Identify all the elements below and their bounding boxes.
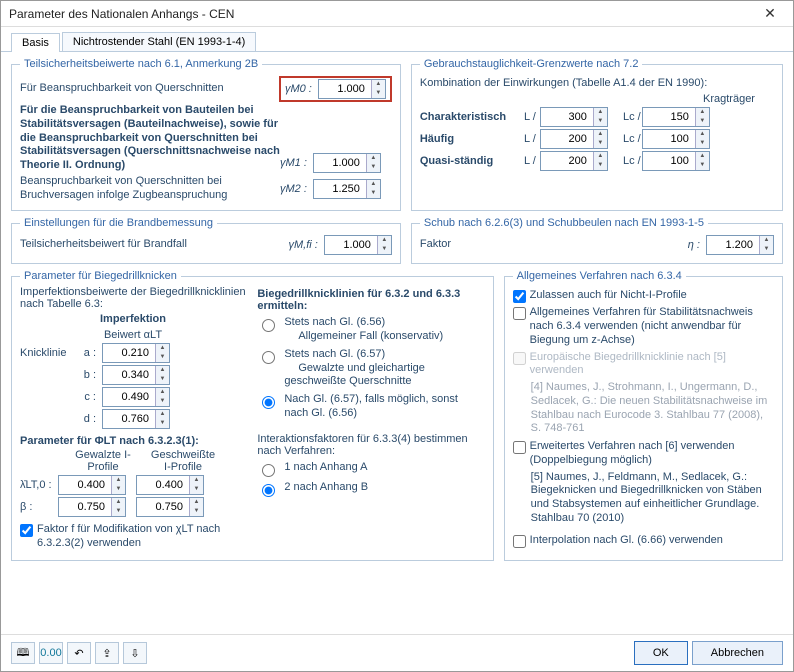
help-icon[interactable]: 🕮	[11, 642, 35, 664]
col-krag: Kragträger	[684, 93, 774, 105]
tab-row: Basis Nichtrostender Stahl (EN 1993-1-4)	[1, 27, 793, 52]
group-general-method: Allgemeines Verfahren nach 6.3.4 Zulasse…	[504, 270, 783, 561]
close-icon[interactable]: ✕	[755, 5, 785, 22]
footer: 🕮 0.00 ↶ ⇪ ⇩ OK Abbrechen	[1, 634, 793, 671]
radio-anhang-a[interactable]: 1 nach Anhang A	[257, 461, 484, 477]
spinner-gammaM1[interactable]: ▲▼	[313, 153, 381, 173]
group-shear: Schub nach 6.2.6(3) und Schubbeulen nach…	[411, 217, 783, 264]
symbol: γM1 :	[280, 157, 307, 169]
tab-basis[interactable]: Basis	[11, 33, 60, 52]
label-knicklinie: Knicklinie	[20, 347, 78, 359]
legend: Gebrauchstauglichkeit-Grenzwerte nach 7.…	[420, 58, 643, 70]
checkbox-noni[interactable]: Zulassen auch für Nicht-I-Profile	[513, 289, 774, 303]
label: Für Beanspruchbarkeit von Querschnitten	[20, 82, 279, 96]
symbol: γM2 :	[280, 183, 307, 195]
group-fire: Einstellungen für die Brandbemessung Tei…	[11, 217, 401, 264]
dialog-window: Parameter des Nationalen Anhangs - CEN ✕…	[0, 0, 794, 672]
group-ltb: Parameter für Biegedrillknicken Imperfek…	[11, 270, 494, 561]
legend: Teilsicherheitsbeiwerte nach 6.1, Anmerk…	[20, 58, 262, 70]
checkbox-general[interactable]: Allgemeines Verfahren für Stabilitäts­na…	[513, 306, 774, 347]
radio-anhang-b[interactable]: 2 nach Anhang B	[257, 481, 484, 497]
down-icon[interactable]: ▼	[372, 89, 385, 98]
label: Für die Beanspruchbarkeit von Bauteilen …	[20, 104, 280, 173]
subtext: Kombination der Einwirkungen (Tabelle A1…	[420, 77, 774, 89]
checkbox-euro-curve: Europäische Biegedrillknicklinie nach [5…	[513, 351, 774, 379]
checkbox-extended[interactable]: Erweitertes Verfahren nach [6] verwenden…	[513, 440, 774, 468]
highlight-gammaM0: γM0 : ▲▼	[279, 76, 392, 102]
cancel-button[interactable]: Abbrechen	[692, 641, 783, 665]
checkbox-factor-f[interactable]: Faktor f für Modifikation von χLT nach 6…	[20, 523, 247, 551]
group-partial-safety: Teilsicherheitsbeiwerte nach 6.1, Anmerk…	[11, 58, 401, 211]
window-title: Parameter des Nationalen Anhangs - CEN	[9, 7, 755, 21]
units-icon[interactable]: 0.00	[39, 642, 63, 664]
undo-icon[interactable]: ↶	[67, 642, 91, 664]
checkbox-interpolation[interactable]: Interpolation nach Gl. (6.66) verwenden	[513, 534, 774, 548]
group-serviceability: Gebrauchstauglichkeit-Grenzwerte nach 7.…	[411, 58, 783, 211]
titlebar: Parameter des Nationalen Anhangs - CEN ✕	[1, 1, 793, 27]
reference-5: [5] Naumes, J., Feldmann, M., Sedlacek, …	[531, 471, 774, 526]
import-icon[interactable]: ⇩	[123, 642, 147, 664]
up-icon[interactable]: ▲	[372, 80, 385, 89]
export-icon[interactable]: ⇪	[95, 642, 119, 664]
reference-4: [4] Naumes, J., Strohmann, I., Ungermann…	[531, 381, 774, 436]
spinner-gammaM2[interactable]: ▲▼	[313, 179, 381, 199]
tab-stainless[interactable]: Nichtrostender Stahl (EN 1993-1-4)	[62, 32, 256, 51]
ok-button[interactable]: OK	[634, 641, 688, 665]
radio-gl656[interactable]: Stets nach Gl. (6.56)Allgemeiner Fall (k…	[257, 316, 484, 344]
spinner-gammaM0[interactable]: ▲▼	[318, 79, 386, 99]
content: Teilsicherheitsbeiwerte nach 6.1, Anmerk…	[1, 52, 793, 634]
radio-gl657-fallback[interactable]: Nach Gl. (6.57), falls möglich, sonst na…	[257, 393, 484, 421]
label: Beanspruchbarkeit von Querschnitten bei …	[20, 175, 280, 203]
input-gammaM0[interactable]	[319, 80, 371, 98]
radio-gl657[interactable]: Stets nach Gl. (6.57)Gewalzte und gleich…	[257, 348, 484, 389]
symbol: γM0 :	[285, 83, 312, 95]
